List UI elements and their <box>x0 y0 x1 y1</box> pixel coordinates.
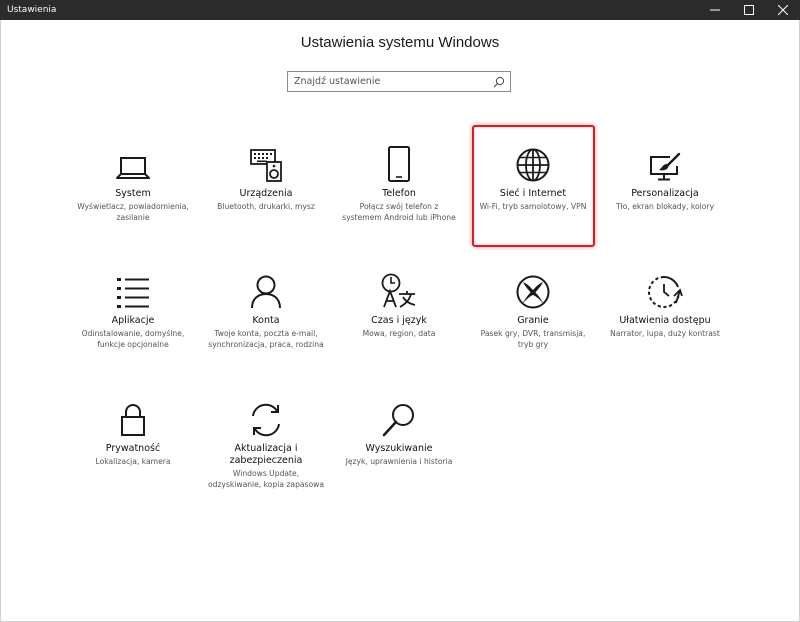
globe-icon <box>516 148 550 182</box>
tile-description: Windows Update, odzyskiwanie, kopia zapa… <box>207 469 325 489</box>
person-icon <box>251 275 281 309</box>
tile-name: Ułatwienia dostępu <box>619 315 711 326</box>
tile-ease-of-access[interactable]: Ułatwienia dostępu Narrator, lupa, duży … <box>603 267 727 340</box>
tile-apps[interactable]: Aplikacje Odinstalowanie, domyślne, funk… <box>71 267 195 350</box>
tile-description: Bluetooth, drukarki, mysz <box>217 202 315 211</box>
tile-name: Czas i język <box>371 315 427 326</box>
magnifier-icon <box>382 404 414 437</box>
tile-privacy[interactable]: Prywatność Lokalizacja, kamera <box>71 395 195 468</box>
tile-name: Prywatność <box>105 443 161 454</box>
title-bar: Ustawienia <box>0 0 800 20</box>
search-input[interactable] <box>288 72 488 91</box>
tile-name: Aktualizacja i zabezpieczenia <box>229 443 303 466</box>
tile-devices[interactable]: Urządzenia Bluetooth, drukarki, mysz <box>204 140 328 213</box>
tile-name: Personalizacja <box>631 188 699 199</box>
tile-gaming[interactable]: Granie Pasek gry, DVR, transmisja, tryb … <box>471 267 595 350</box>
close-button[interactable] <box>766 0 800 20</box>
tile-name: Urządzenia <box>239 188 293 199</box>
tile-accounts[interactable]: Konta Twoje konta, poczta e-mail, synchr… <box>204 267 328 350</box>
maximize-icon <box>744 5 754 15</box>
search-icon[interactable] <box>493 76 505 88</box>
laptop-icon <box>116 157 150 179</box>
close-icon <box>778 5 788 15</box>
tile-name: Granie <box>517 315 549 326</box>
keyboard-speaker-icon <box>250 149 282 182</box>
tile-phone[interactable]: Telefon Połącz swój telefon z systemem A… <box>337 140 461 223</box>
tile-personalization[interactable]: Personalizacja Tło, ekran blokady, kolor… <box>603 140 727 213</box>
tile-time-language[interactable]: Czas i język Mowa, region, data <box>337 267 461 340</box>
tile-description: Wi-Fi, tryb samolotowy, VPN <box>479 202 587 211</box>
tile-description: Twoje konta, poczta e-mail, synchronizac… <box>208 329 324 349</box>
tile-network[interactable]: Sieć i Internet Wi-Fi, tryb samolotowy, … <box>471 140 595 213</box>
xbox-icon <box>516 275 550 309</box>
apps-list-icon <box>117 278 149 308</box>
tile-system[interactable]: System Wyświetlacz, powiadomienia, zasil… <box>71 140 195 223</box>
tile-description: Wyświetlacz, powiadomienia, zasilanie <box>77 202 189 222</box>
tile-name: Telefon <box>382 188 416 199</box>
tile-description: Narrator, lupa, duży kontrast <box>610 329 720 338</box>
ease-of-access-icon <box>648 276 683 308</box>
tile-description: Lokalizacja, kamera <box>95 457 171 466</box>
tile-description: Język, uprawnienia i historia <box>345 457 453 466</box>
paint-screen-icon <box>650 152 681 181</box>
tile-name: Wyszukiwanie <box>365 443 433 454</box>
window-controls <box>698 0 800 20</box>
tile-name: System <box>115 188 151 199</box>
tile-description: Pasek gry, DVR, transmisja, tryb gry <box>480 329 586 349</box>
tile-name: Konta <box>252 315 280 326</box>
minimize-button[interactable] <box>698 0 732 20</box>
sync-icon <box>252 403 280 437</box>
clock-language-icon <box>381 273 416 308</box>
page-title: Ustawienia systemu Windows <box>300 34 500 51</box>
tile-description: Tło, ekran blokady, kolory <box>615 202 715 211</box>
tile-description: Mowa, region, data <box>362 329 436 338</box>
tile-name: Sieć i Internet <box>499 188 567 199</box>
phone-icon <box>388 146 410 182</box>
search-box[interactable] <box>287 71 511 92</box>
tile-search[interactable]: Wyszukiwanie Język, uprawnienia i histor… <box>337 395 461 468</box>
lock-icon <box>121 404 145 436</box>
tile-description: Połącz swój telefon z systemem Android l… <box>342 202 456 222</box>
maximize-button[interactable] <box>732 0 766 20</box>
tile-update-security[interactable]: Aktualizacja i zabezpieczenia Windows Up… <box>204 395 328 490</box>
tile-name: Aplikacje <box>111 315 155 326</box>
minimize-icon <box>710 9 720 11</box>
window-title: Ustawienia <box>7 5 57 15</box>
tile-description: Odinstalowanie, domyślne, funkcje opcjon… <box>81 329 185 349</box>
